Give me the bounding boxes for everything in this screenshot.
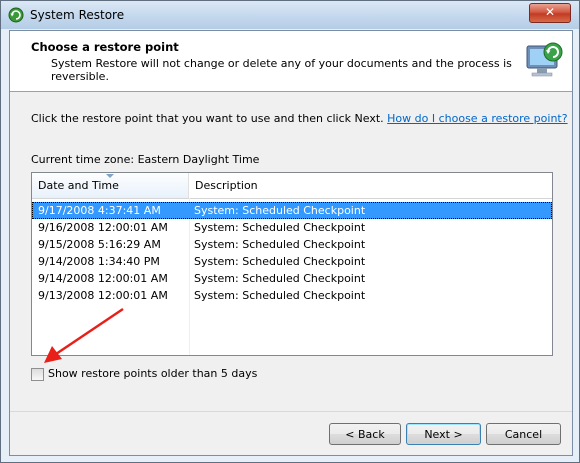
show-older-points-checkbox[interactable] — [31, 368, 44, 381]
list-header: Date and Time Description — [32, 173, 552, 199]
row-date: 9/17/2008 4:37:41 AM — [38, 204, 161, 217]
help-link[interactable]: How do I choose a restore point? — [387, 112, 567, 125]
row-description: System: Scheduled Checkpoint — [194, 255, 366, 268]
window-title: System Restore — [30, 8, 125, 22]
table-row[interactable]: 9/13/2008 12:00:01 AM System: Scheduled … — [32, 287, 552, 304]
instruction-label: Click the restore point that you want to… — [31, 112, 384, 125]
row-description: System: Scheduled Checkpoint — [194, 289, 366, 302]
row-description: System: Scheduled Checkpoint — [194, 204, 366, 217]
system-restore-window: System Restore ✕ Choose a restore point … — [0, 0, 580, 463]
footer-divider — [10, 411, 572, 412]
column-header-description[interactable]: Description — [189, 173, 552, 198]
table-row[interactable]: 9/16/2008 12:00:01 AM System: Scheduled … — [32, 219, 552, 236]
title-bar[interactable]: System Restore ✕ — [1, 1, 579, 29]
row-date: 9/14/2008 1:34:40 PM — [38, 255, 160, 268]
row-date: 9/14/2008 12:00:01 AM — [38, 272, 168, 285]
cancel-button[interactable]: Cancel — [486, 423, 561, 445]
row-date: 9/15/2008 5:16:29 AM — [38, 238, 161, 251]
wizard-body: Choose a restore point System Restore wi… — [9, 30, 573, 456]
page-title: Choose a restore point — [31, 40, 179, 54]
table-row[interactable]: 9/14/2008 12:00:01 AM System: Scheduled … — [32, 270, 552, 287]
close-icon: ✕ — [544, 5, 556, 19]
system-restore-icon — [8, 7, 24, 23]
list-rows: 9/17/2008 4:37:41 AM System: Scheduled C… — [32, 202, 552, 304]
wizard-header: Choose a restore point System Restore wi… — [10, 31, 572, 92]
table-row[interactable]: 9/17/2008 4:37:41 AM System: Scheduled C… — [32, 202, 552, 219]
row-date: 9/16/2008 12:00:01 AM — [38, 221, 168, 234]
row-description: System: Scheduled Checkpoint — [194, 272, 366, 285]
row-date: 9/13/2008 12:00:01 AM — [38, 289, 168, 302]
close-button[interactable]: ✕ — [529, 3, 571, 23]
page-subtitle: System Restore will not change or delete… — [51, 57, 512, 83]
monitor-restore-icon — [526, 42, 563, 77]
back-button[interactable]: < Back — [329, 423, 401, 445]
table-row[interactable]: 9/14/2008 1:34:40 PM System: Scheduled C… — [32, 253, 552, 270]
table-row[interactable]: 9/15/2008 5:16:29 AM System: Scheduled C… — [32, 236, 552, 253]
row-description: System: Scheduled Checkpoint — [194, 238, 366, 251]
restore-points-list[interactable]: Date and Time Description 9/17/2008 4:37… — [31, 172, 553, 356]
show-older-points-label[interactable]: Show restore points older than 5 days — [48, 367, 257, 380]
timezone-label: Current time zone: Eastern Daylight Time — [31, 153, 260, 166]
sort-arrow-icon — [106, 174, 114, 178]
row-description: System: Scheduled Checkpoint — [194, 221, 366, 234]
next-button[interactable]: Next > — [406, 423, 481, 445]
instruction-text: Click the restore point that you want to… — [31, 112, 568, 125]
